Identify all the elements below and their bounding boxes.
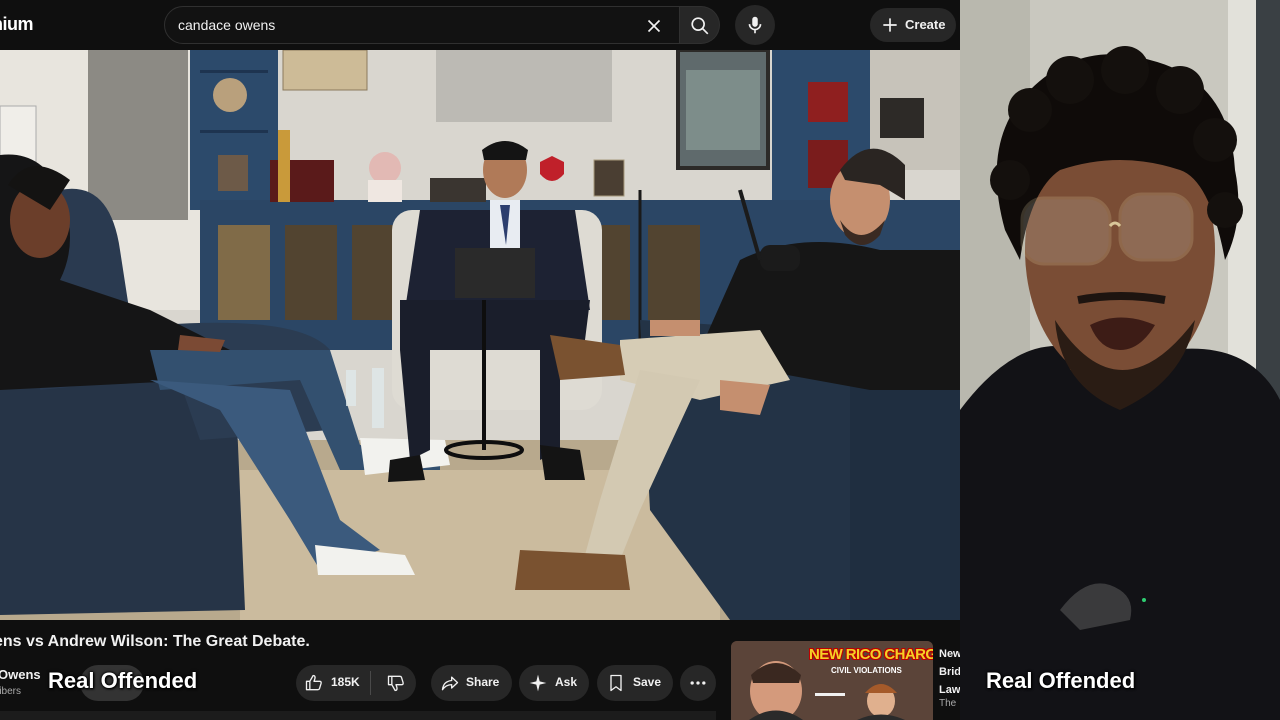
create-label: Create (905, 17, 946, 32)
thumbnail-headline: NEW RICO CHARGES! (809, 646, 933, 663)
top-bar: nium (0, 0, 960, 50)
like-divider (370, 671, 371, 695)
overlay-caption-right: Real Offended (986, 668, 1136, 693)
video-title: ens vs Andrew Wilson: The Great Debate. (0, 633, 310, 650)
more-icon (690, 681, 706, 685)
create-button[interactable]: Create (870, 8, 956, 42)
search-icon (691, 17, 709, 35)
save-button[interactable]: Save (597, 665, 673, 701)
ask-label: Ask (555, 675, 578, 689)
search-button[interactable] (680, 6, 720, 44)
thumbs-up-icon[interactable] (304, 673, 324, 693)
recommended-video-channel: The (939, 698, 957, 709)
share-icon (441, 676, 459, 691)
thumbs-down-icon[interactable] (386, 673, 406, 693)
sparkle-icon (529, 674, 547, 692)
like-count[interactable]: 185K (331, 675, 360, 689)
thumbnail-subheadline: CIVIL VIOLATIONS (831, 666, 902, 675)
mic-icon (748, 16, 762, 34)
webcam-feed (960, 0, 1280, 720)
search-input[interactable] (178, 17, 628, 33)
voice-search-button[interactable] (735, 5, 775, 45)
webcam-frame (960, 0, 1280, 720)
share-button[interactable]: Share (431, 665, 512, 701)
search-box[interactable] (164, 6, 680, 44)
recommended-video-title[interactable]: New Brid Law (939, 645, 960, 699)
channel-name[interactable]: Owens (0, 667, 41, 682)
overlay-caption-left: Real Offended (48, 668, 198, 693)
description-strip (0, 711, 716, 720)
screen: nium (0, 0, 1280, 720)
save-label: Save (633, 675, 662, 689)
more-actions-button[interactable] (680, 665, 716, 701)
video-player[interactable] (0, 50, 960, 620)
recommended-video-thumbnail[interactable]: NEW RICO CHARGES! CIVIL VIOLATIONS (731, 641, 933, 720)
plus-icon (883, 18, 897, 32)
youtube-premium-logo[interactable]: nium (0, 14, 34, 35)
bookmark-icon (610, 674, 622, 692)
like-dislike-button-group: 185K (296, 665, 416, 701)
clear-icon[interactable] (643, 15, 665, 37)
subscriber-count: ribers (0, 686, 22, 697)
share-label: Share (466, 675, 500, 689)
video-frame (0, 50, 960, 620)
ask-button[interactable]: Ask (519, 665, 589, 701)
youtube-page: nium (0, 0, 960, 720)
